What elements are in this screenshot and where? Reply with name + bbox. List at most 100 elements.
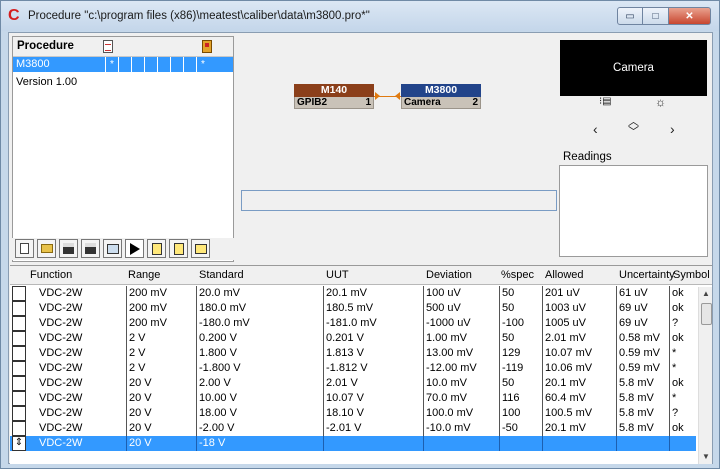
table-row[interactable]: VDC-2W 200 mV 20.0 mV 20.1 mV 100 uV 50 201 uV…: [10, 286, 696, 301]
instruments-button[interactable]: [103, 239, 122, 258]
table-cell-standard[interactable]: -180.0 mV: [196, 316, 323, 331]
table-cell-function[interactable]: VDC-2W: [39, 346, 126, 361]
table-row[interactable]: VDC-2W 20 V -2.00 V -2.01 V -10.0 mV -50 20.1 …: [10, 421, 696, 436]
table-row[interactable]: VDC-2W 2 V 0.200 V 0.201 V 1.00 mV 50 2.01 mV 0…: [10, 331, 696, 346]
table-cell-uut[interactable]: 10.07 V: [323, 391, 423, 406]
table-cell-uut[interactable]: -181.0 mV: [323, 316, 423, 331]
table-cell-uut[interactable]: -1.812 V: [323, 361, 423, 376]
table-cell-uut[interactable]: 180.5 mV: [323, 301, 423, 316]
table-cell-uncertainty[interactable]: 69 uV: [616, 316, 669, 331]
column-header-allowed[interactable]: Allowed: [545, 269, 584, 281]
brightness-icon[interactable]: ☼: [655, 95, 666, 109]
table-cell-uut[interactable]: 18.10 V: [323, 406, 423, 421]
table-cell-function[interactable]: VDC-2W: [39, 406, 126, 421]
row-selector[interactable]: [12, 361, 26, 376]
import-button[interactable]: [169, 239, 188, 258]
table-cell-symbol[interactable]: *: [669, 361, 696, 376]
table-cell-spec[interactable]: -119: [499, 361, 542, 376]
table-cell-deviation[interactable]: 10.0 mV: [423, 376, 499, 391]
table-cell-range[interactable]: 20 V: [126, 421, 196, 436]
table-cell-spec[interactable]: [499, 436, 542, 451]
row-selector[interactable]: [12, 331, 26, 346]
table-cell-standard[interactable]: -18 V: [196, 436, 323, 451]
new-button[interactable]: [15, 239, 34, 258]
table-cell-allowed[interactable]: 2.01 mV: [542, 331, 616, 346]
column-header-uut[interactable]: UUT: [326, 269, 349, 281]
table-cell-standard[interactable]: 2.00 V: [196, 376, 323, 391]
table-cell-allowed[interactable]: 10.06 mV: [542, 361, 616, 376]
minimize-button[interactable]: ▭: [617, 7, 643, 25]
table-row[interactable]: VDC-2W 200 mV 180.0 mV 180.5 mV 500 uV 50 1003…: [10, 301, 696, 316]
column-header-standard[interactable]: Standard: [199, 269, 244, 281]
table-cell-symbol[interactable]: ok: [669, 331, 696, 346]
table-cell-standard[interactable]: -2.00 V: [196, 421, 323, 436]
open-button[interactable]: [37, 239, 56, 258]
title-bar[interactable]: C Procedure "c:\program files (x86)\meat…: [1, 1, 719, 31]
table-cell-deviation[interactable]: -10.0 mV: [423, 421, 499, 436]
table-cell-symbol[interactable]: [669, 436, 696, 451]
scroll-up-icon[interactable]: ▲: [699, 287, 713, 301]
table-cell-range[interactable]: 2 V: [126, 331, 196, 346]
row-selector[interactable]: [12, 421, 26, 436]
row-selector[interactable]: [12, 286, 26, 301]
row-selector[interactable]: [12, 391, 26, 406]
table-cell-function[interactable]: VDC-2W: [39, 421, 126, 436]
column-header-range[interactable]: Range: [128, 269, 160, 281]
table-cell-spec[interactable]: 50: [499, 286, 542, 301]
up-down-icon[interactable]: ︿ ﹀: [628, 117, 639, 138]
table-cell-range[interactable]: 20 V: [126, 406, 196, 421]
table-cell-uut[interactable]: 2.01 V: [323, 376, 423, 391]
table-cell-allowed[interactable]: 60.4 mV: [542, 391, 616, 406]
table-cell-symbol[interactable]: ok: [669, 286, 696, 301]
table-row[interactable]: ⇕ VDC-2W 20 V -18 V: [10, 436, 696, 451]
table-cell-function[interactable]: VDC-2W: [39, 301, 126, 316]
table-cell-deviation[interactable]: 13.00 mV: [423, 346, 499, 361]
table-cell-symbol[interactable]: ok: [669, 421, 696, 436]
table-cell-standard[interactable]: -1.800 V: [196, 361, 323, 376]
left-arrow-icon[interactable]: ‹: [593, 121, 598, 137]
table-cell-deviation[interactable]: [423, 436, 499, 451]
table-cell-standard[interactable]: 1.800 V: [196, 346, 323, 361]
table-row[interactable]: VDC-2W 20 V 10.00 V 10.07 V 70.0 mV 116 60.4 m…: [10, 391, 696, 406]
table-cell-uut[interactable]: 0.201 V: [323, 331, 423, 346]
table-cell-allowed[interactable]: 1005 uV: [542, 316, 616, 331]
column-header-function[interactable]: Function: [30, 269, 72, 281]
instrument-m3800[interactable]: M3800 Camera 2: [401, 84, 481, 109]
table-cell-deviation[interactable]: -1000 uV: [423, 316, 499, 331]
table-cell-uut[interactable]: 1.813 V: [323, 346, 423, 361]
column-header-uncertainty[interactable]: Uncertainty: [619, 269, 675, 281]
table-cell-uncertainty[interactable]: 5.8 mV: [616, 391, 669, 406]
table-cell-uncertainty[interactable]: 0.58 mV: [616, 331, 669, 346]
scroll-thumb[interactable]: [701, 303, 712, 325]
table-cell-deviation[interactable]: 100.0 mV: [423, 406, 499, 421]
display-icon[interactable]: ⁝▤: [599, 96, 612, 107]
table-cell-standard[interactable]: 180.0 mV: [196, 301, 323, 316]
table-cell-function[interactable]: VDC-2W: [39, 286, 126, 301]
table-cell-uncertainty[interactable]: 5.8 mV: [616, 406, 669, 421]
table-cell-symbol[interactable]: *: [669, 346, 696, 361]
table-cell-spec[interactable]: 50: [499, 331, 542, 346]
row-selector[interactable]: [12, 376, 26, 391]
table-cell-function[interactable]: VDC-2W: [39, 376, 126, 391]
table-cell-standard[interactable]: 0.200 V: [196, 331, 323, 346]
table-cell-allowed[interactable]: 20.1 mV: [542, 376, 616, 391]
row-selector[interactable]: [12, 406, 26, 421]
table-cell-spec[interactable]: 129: [499, 346, 542, 361]
save-as-button[interactable]: [81, 239, 100, 258]
table-cell-symbol[interactable]: *: [669, 391, 696, 406]
table-cell-range[interactable]: 200 mV: [126, 286, 196, 301]
column-header-deviation[interactable]: Deviation: [426, 269, 472, 281]
table-cell-deviation[interactable]: 500 uV: [423, 301, 499, 316]
instrument-m140[interactable]: M140 GPIB2 1: [294, 84, 374, 109]
right-arrow-icon[interactable]: ›: [670, 121, 675, 137]
table-cell-uut[interactable]: -2.01 V: [323, 421, 423, 436]
row-selector[interactable]: ⇕: [12, 436, 26, 451]
row-selector[interactable]: [12, 301, 26, 316]
table-cell-function[interactable]: VDC-2W: [39, 316, 126, 331]
table-cell-spec[interactable]: 116: [499, 391, 542, 406]
run-button[interactable]: [125, 239, 144, 258]
table-cell-allowed[interactable]: [542, 436, 616, 451]
table-cell-range[interactable]: 20 V: [126, 376, 196, 391]
table-row[interactable]: VDC-2W 20 V 18.00 V 18.10 V 100.0 mV 100 100.5…: [10, 406, 696, 421]
table-cell-spec[interactable]: -50: [499, 421, 542, 436]
